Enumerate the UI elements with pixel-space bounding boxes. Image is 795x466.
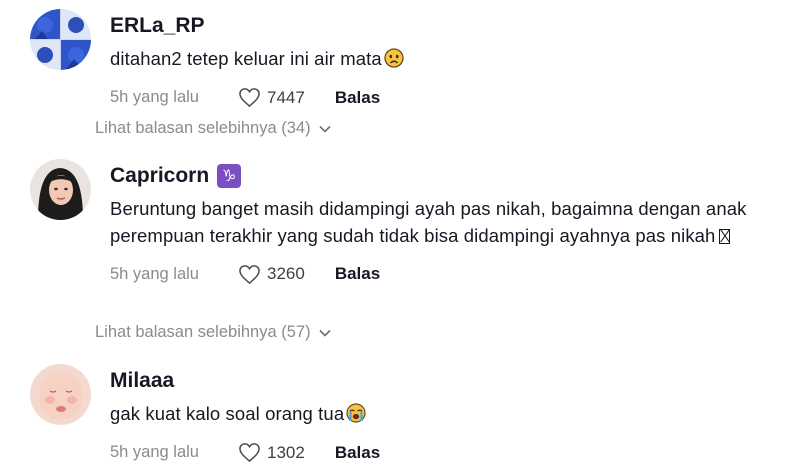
avatar-image [30, 9, 91, 70]
like-button[interactable]: 3260 [238, 264, 305, 285]
timestamp: 5h yang lalu [110, 88, 199, 106]
view-more-replies[interactable]: Lihat balasan selebihnya (57) [95, 323, 331, 342]
username[interactable]: Milaaa [110, 368, 765, 394]
heart-icon [239, 88, 260, 108]
username[interactable]: Capricorn ♑ [110, 163, 765, 189]
like-count: 1302 [267, 442, 305, 462]
view-more-replies[interactable]: Lihat balasan selebihnya (34) [95, 119, 331, 138]
worried-face-emoji-icon [384, 48, 404, 68]
capricorn-zodiac-badge: ♑ [217, 164, 242, 188]
avatar[interactable] [30, 9, 91, 70]
loudly-crying-face-emoji-icon [346, 403, 366, 423]
like-count: 7447 [267, 87, 305, 107]
like-count: 3260 [267, 264, 305, 283]
chevron-down-icon [319, 125, 331, 133]
username[interactable]: ERLa_RP [110, 13, 765, 39]
heart-icon [239, 443, 260, 463]
chevron-down-icon [319, 329, 331, 337]
timestamp: 5h yang lalu [110, 443, 199, 461]
comment-meta: 5h yang lalu 7447 Balas [110, 87, 765, 109]
reply-button[interactable]: Balas [335, 88, 380, 108]
avatar[interactable] [30, 159, 91, 220]
missing-glyph-icon [719, 228, 731, 244]
like-button[interactable]: 1302 [238, 442, 305, 463]
heart-icon [239, 264, 260, 284]
avatar-image [30, 364, 91, 425]
timestamp: 5h yang lalu [110, 264, 199, 283]
comment-text: ditahan2 tetep keluar ini air mata [110, 46, 765, 73]
avatar-image [30, 159, 91, 220]
reply-button[interactable]: Balas [335, 443, 380, 463]
comment-text: gak kuat kalo soal orang tua [110, 401, 765, 428]
comment-text: Beruntung banget masih didampingi ayah p… [110, 198, 747, 246]
comment-meta: 5h yang lalu 1302 Balas [110, 442, 765, 464]
reply-button[interactable]: Balas [335, 264, 380, 284]
comment-meta: 5h yang lalu 3260 Balas [110, 263, 765, 285]
avatar[interactable] [30, 364, 91, 425]
like-button[interactable]: 7447 [238, 87, 305, 108]
